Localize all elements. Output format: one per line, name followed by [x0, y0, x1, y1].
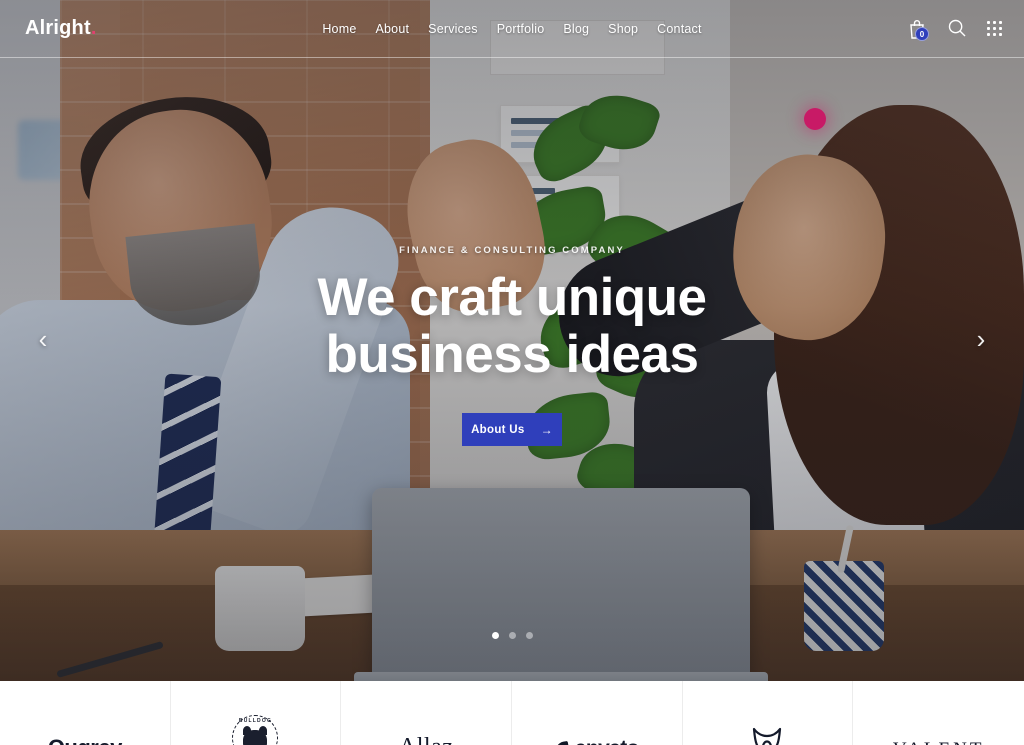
grid-dot [987, 33, 990, 36]
client-logo-valent[interactable]: VALENT [853, 681, 1024, 745]
search-icon [948, 19, 966, 36]
grid-dot [999, 33, 1002, 36]
client-logo-strip: Qugrey BULLDOG Allaz envato [0, 681, 1024, 745]
cart-count-badge: 0 [915, 26, 929, 41]
nav-item-services[interactable]: Services [428, 22, 478, 36]
client-logo-bulldog[interactable]: BULLDOG [171, 681, 342, 745]
grid-dot [999, 27, 1002, 30]
header-divider [0, 57, 1024, 58]
grid-dot [993, 27, 996, 30]
dog-glyph [243, 726, 268, 745]
chevron-left-icon: ‹ [38, 323, 48, 354]
grid-dot [987, 21, 990, 24]
header-actions: 0 [907, 18, 1002, 41]
nav-item-shop[interactable]: Shop [608, 22, 638, 36]
search-button[interactable] [947, 18, 967, 40]
slider-dot-3[interactable] [525, 632, 533, 639]
nav-item-contact[interactable]: Contact [657, 22, 701, 36]
hero-eyebrow: FINANCE & CONSULTING COMPANY [399, 244, 625, 256]
grid-dot [993, 21, 996, 24]
hero-slider: FINANCE & CONSULTING COMPANY We craft un… [0, 0, 1024, 681]
client-logo-tulip[interactable] [683, 681, 854, 745]
client-logo-label: VALENT [893, 739, 985, 745]
client-logo-label: Qugrey [48, 735, 123, 745]
arrow-right-icon: → [540, 422, 553, 437]
page-root: FINANCE & CONSULTING COMPANY We craft un… [0, 0, 1024, 745]
slider-prev-button[interactable]: ‹ [26, 322, 60, 356]
slider-next-button[interactable]: › [964, 322, 998, 356]
grid-menu-button[interactable] [987, 21, 1002, 36]
hero-headline-line-1: We craft unique [317, 267, 707, 327]
client-logo-label: Allaz [399, 734, 453, 745]
grid-dot [987, 27, 990, 30]
nav-item-about[interactable]: About [375, 22, 409, 36]
about-us-button[interactable]: About Us → [462, 413, 562, 447]
slider-pagination [0, 632, 1024, 639]
grid-dot [993, 33, 996, 36]
envato-leaf-icon [553, 740, 570, 745]
nav-item-portfolio[interactable]: Portfolio [497, 22, 545, 36]
grid-dot [999, 21, 1002, 24]
chevron-right-icon: › [976, 323, 986, 354]
nav-item-blog[interactable]: Blog [563, 22, 589, 36]
slider-dot-1[interactable] [491, 632, 499, 639]
nav-item-home[interactable]: Home [322, 22, 356, 36]
hero-headline: We craft unique business ideas [317, 267, 707, 384]
bulldog-badge-icon: BULLDOG [232, 715, 279, 745]
hero-content: FINANCE & CONSULTING COMPANY We craft un… [0, 0, 1024, 681]
hero-headline-line-2: business ideas [325, 325, 699, 384]
about-us-button-label: About Us [471, 423, 525, 436]
tulip-mark-icon [751, 727, 783, 745]
slider-dot-2[interactable] [508, 632, 516, 639]
cart-button[interactable]: 0 [907, 18, 929, 41]
client-logo-label: envato [575, 737, 640, 745]
main-navigation: Home About Services Portfolio Blog Shop … [0, 22, 1024, 36]
client-logo-qugrey[interactable]: Qugrey [0, 681, 171, 745]
bulldog-badge-label: BULLDOG [238, 718, 273, 724]
client-logo-envato[interactable]: envato [512, 681, 683, 745]
client-logo-allaz[interactable]: Allaz [341, 681, 512, 745]
site-header: Alright. Home About Services Portfolio B… [0, 0, 1024, 57]
